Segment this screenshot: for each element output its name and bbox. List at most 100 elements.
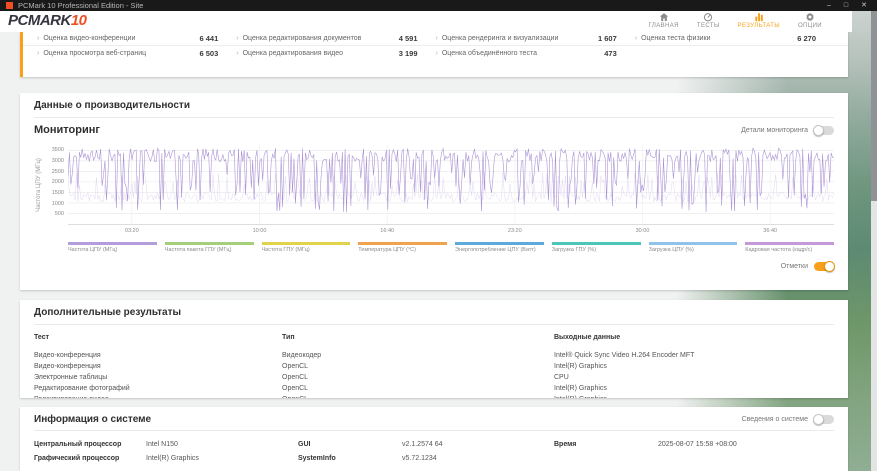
legend-item-gpu-package-freq[interactable]: Частота пакета ГПУ (МГц) — [165, 242, 254, 253]
score-item-video-editing[interactable]: › Оценка редактирования видео 3 199 — [236, 49, 435, 58]
legend-swatch — [455, 242, 544, 245]
score-label: Оценка редактирования видео — [243, 50, 343, 57]
vertical-scrollbar[interactable] — [871, 11, 877, 471]
chart-legend: Частота ЦПУ (МГц) Частота пакета ГПУ (МГ… — [68, 242, 834, 253]
x-tick: 03:20 — [125, 228, 139, 234]
field-value-gpu: Intel(R) Graphics — [146, 452, 298, 466]
window-title: PCMark 10 Professional Edition - Site — [18, 1, 822, 10]
system-details-toggle[interactable] — [814, 415, 834, 424]
app-icon — [6, 2, 13, 9]
x-tick: 16:40 — [380, 228, 394, 234]
field-value-systeminfo: v5.72.1234 — [402, 452, 554, 466]
legend-item-gpu-freq[interactable]: Частота ГПУ (МГц) — [262, 242, 351, 253]
y-tick: 1000 — [52, 201, 64, 207]
monitoring-details-label: Детали мониторинга — [741, 127, 808, 134]
score-label: Оценка редактирования документов — [243, 35, 362, 42]
field-label-cpu: Центральный процессор — [34, 438, 146, 452]
legend-label: Кадровая частота (кадр/с) — [745, 247, 834, 253]
additional-results-table: Тест Тип Выходные данные Видео-конференц… — [34, 332, 834, 398]
cell-output: Intel(R) Graphics — [554, 383, 834, 394]
score-item-rendering[interactable]: › Оценка рендеринга и визуализации 1 607 — [436, 34, 635, 43]
chart-plot-area — [68, 145, 834, 225]
scrollbar-thumb[interactable] — [871, 11, 877, 201]
field-value-gui: v2.1.2574 64 — [402, 438, 554, 452]
table-header-row: Тест Тип Выходные данные — [34, 332, 834, 343]
minimize-button[interactable]: – — [827, 0, 831, 11]
column-header-test: Тест — [34, 332, 282, 343]
score-label: Оценка просмотра веб-страниц — [43, 50, 146, 57]
legend-swatch — [745, 242, 834, 245]
markers-toggle[interactable] — [814, 262, 834, 271]
x-axis-ticks: 03:20 10:00 16:40 23:20 30:00 36:40 — [68, 225, 834, 235]
nav-item-options[interactable]: ОПЦИИ — [798, 12, 822, 29]
x-tick: 23:20 — [508, 228, 522, 234]
legend-item-framerate[interactable]: Кадровая частота (кадр/с) — [745, 242, 834, 253]
cell-test: Редактирование видео — [34, 394, 282, 398]
nav-item-home[interactable]: ГЛАВНАЯ — [649, 12, 679, 29]
cell-test: Видео-конференция — [34, 361, 282, 372]
markers-label: Отметки — [781, 263, 808, 270]
toggle-knob — [813, 414, 824, 425]
field-label-time: Время — [554, 438, 658, 452]
legend-item-cpu-load[interactable]: Загрузка ЦПУ (%) — [649, 242, 738, 253]
system-info-heading: Информация о системе — [34, 414, 151, 425]
y-axis-title: Частота ЦПУ (МГц) — [34, 145, 46, 225]
maximize-button[interactable]: □ — [844, 0, 848, 11]
cell-type: OpenCL — [282, 372, 554, 383]
column-header-output: Выходные данные — [554, 332, 834, 343]
score-value: 4 591 — [399, 34, 418, 43]
gauge-icon — [703, 12, 713, 22]
cell-test: Электронные таблицы — [34, 372, 282, 383]
x-tick: 36:40 — [763, 228, 777, 234]
pcmark-logo: PCMARK10 — [8, 12, 87, 29]
field-value-time: 2025-08-07 15:58 +08:00 — [658, 438, 834, 452]
legend-item-cpu-freq[interactable]: Частота ЦПУ (МГц) — [68, 242, 157, 253]
monitoring-details-toggle[interactable] — [814, 126, 834, 135]
cell-test: Редактирование фотографий — [34, 383, 282, 394]
score-item-video-conferencing[interactable]: › Оценка видео-конференции 6 441 — [37, 34, 236, 43]
table-row: Видео-конференция OpenCL Intel(R) Graphi… — [34, 361, 834, 372]
legend-item-gpu-load[interactable]: Загрузка ГПУ (%) — [552, 242, 641, 253]
chevron-right-icon: › — [236, 50, 238, 57]
legend-swatch — [649, 242, 738, 245]
cell-output: Intel(R) Graphics — [554, 361, 834, 372]
score-item-combined-test[interactable]: › Оценка объединённого теста 473 — [436, 49, 635, 58]
cell-type: Видеокодер — [282, 350, 554, 361]
nav-item-results[interactable]: РЕЗУЛЬТАТЫ — [738, 12, 780, 29]
monitoring-chart: Частота ЦПУ (МГц) 3500 3000 2500 2000 15… — [34, 145, 834, 225]
legend-item-cpu-power[interactable]: Энергопотребление ЦПУ (Ватт) — [455, 242, 544, 253]
field-label-gui: GUI — [298, 438, 402, 452]
chevron-right-icon: › — [436, 50, 438, 57]
home-icon — [659, 12, 669, 22]
system-info-row: Центральный процессор Intel N150 GUI v2.… — [34, 438, 834, 452]
field-value-cpu: Intel N150 — [146, 438, 298, 452]
column-header-type: Тип — [282, 332, 554, 343]
score-label: Оценка объединённого теста — [442, 50, 537, 57]
nav-label: ТЕСТЫ — [697, 23, 720, 29]
cell-output: Intel® Quick Sync Video H.264 Encoder MF… — [554, 350, 834, 361]
score-row: › Оценка видео-конференции 6 441 › Оценк… — [23, 32, 848, 46]
system-info-row: Графический процессор Intel(R) Graphics … — [34, 452, 834, 466]
cell-type: OpenCL — [282, 394, 554, 398]
score-label: Оценка видео-конференции — [43, 35, 135, 42]
score-item-document-editing[interactable]: › Оценка редактирования документов 4 591 — [236, 34, 435, 43]
legend-item-cpu-temp[interactable]: Температура ЦПУ (°C) — [358, 242, 447, 253]
chevron-right-icon: › — [635, 35, 637, 42]
additional-results-heading: Дополнительные результаты — [34, 307, 834, 325]
system-details-label: Сведения о системе — [742, 416, 808, 423]
system-info-card: Информация о системе Сведения о системе … — [20, 407, 848, 471]
legend-label: Загрузка ГПУ (%) — [552, 247, 641, 253]
field-label-systeminfo: SystemInfo — [298, 452, 402, 466]
score-value: 6 270 — [797, 34, 816, 43]
score-value: 1 607 — [598, 34, 617, 43]
gear-icon — [805, 12, 815, 22]
close-button[interactable]: ✕ — [861, 0, 867, 11]
table-row: Редактирование фотографий OpenCL Intel(R… — [34, 383, 834, 394]
legend-swatch — [358, 242, 447, 245]
score-item-web-browsing[interactable]: › Оценка просмотра веб-страниц 6 503 — [37, 49, 236, 58]
score-item-physics[interactable]: › Оценка теста физики 6 270 — [635, 34, 834, 43]
nav-item-tests[interactable]: ТЕСТЫ — [697, 12, 720, 29]
legend-label: Частота ГПУ (МГц) — [262, 247, 351, 253]
cell-type: OpenCL — [282, 383, 554, 394]
cell-output: Intel(R) Graphics — [554, 394, 834, 398]
